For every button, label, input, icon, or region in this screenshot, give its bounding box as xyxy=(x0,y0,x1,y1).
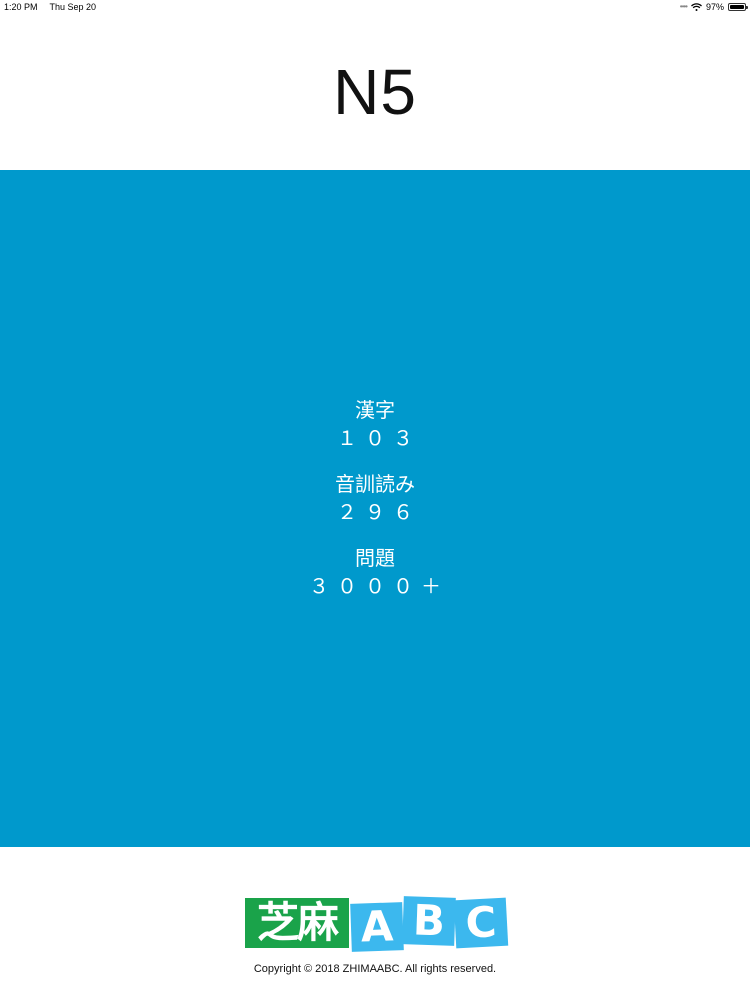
stat-value-questions: ３０００＋ xyxy=(309,574,449,598)
logo-chinese-block: 芝麻 xyxy=(245,898,349,948)
status-left: 1:20 PM Thu Sep 20 xyxy=(4,0,96,14)
status-right: •••• 97% xyxy=(679,0,748,14)
status-bar: 1:20 PM Thu Sep 20 •••• 97% xyxy=(0,0,750,14)
logo-letter-b: B xyxy=(402,895,456,946)
stats-list: 漢字 １０３ 音訓読み ２９６ 問題 ３０００＋ xyxy=(0,396,750,618)
stat-label-questions: 問題 xyxy=(355,546,395,570)
stat-label-readings: 音訓読み xyxy=(335,472,415,496)
footer: 芝麻 A B C Copyright © 2018 ZHIMAABC. All … xyxy=(0,847,750,1000)
header: N5 xyxy=(0,14,750,170)
signal-icon: •••• xyxy=(679,2,688,11)
status-date: Thu Sep 20 xyxy=(49,2,97,12)
stat-value-readings: ２９６ xyxy=(337,500,421,524)
stat-questions: 問題 ３０００＋ xyxy=(0,544,750,600)
battery-percent: 97% xyxy=(705,2,724,12)
wifi-icon xyxy=(691,3,702,11)
stat-readings: 音訓読み ２９６ xyxy=(0,470,750,526)
battery-fill xyxy=(730,5,744,9)
battery-icon xyxy=(728,3,748,11)
stat-label-kanji: 漢字 xyxy=(355,398,395,422)
stats-panel[interactable]: 漢字 １０３ 音訓読み ２９６ 問題 ３０００＋ xyxy=(0,170,750,847)
logo-letter-a: A xyxy=(350,901,404,952)
stat-kanji: 漢字 １０３ xyxy=(0,396,750,452)
logo-letter-c: C xyxy=(453,897,509,949)
page-title: N5 xyxy=(333,56,417,128)
status-time: 1:20 PM xyxy=(4,2,38,12)
stat-value-kanji: １０３ xyxy=(337,426,421,450)
zhimaabc-logo: 芝麻 A B C xyxy=(245,895,509,952)
copyright-text: Copyright © 2018 ZHIMAABC. All rights re… xyxy=(253,963,497,975)
